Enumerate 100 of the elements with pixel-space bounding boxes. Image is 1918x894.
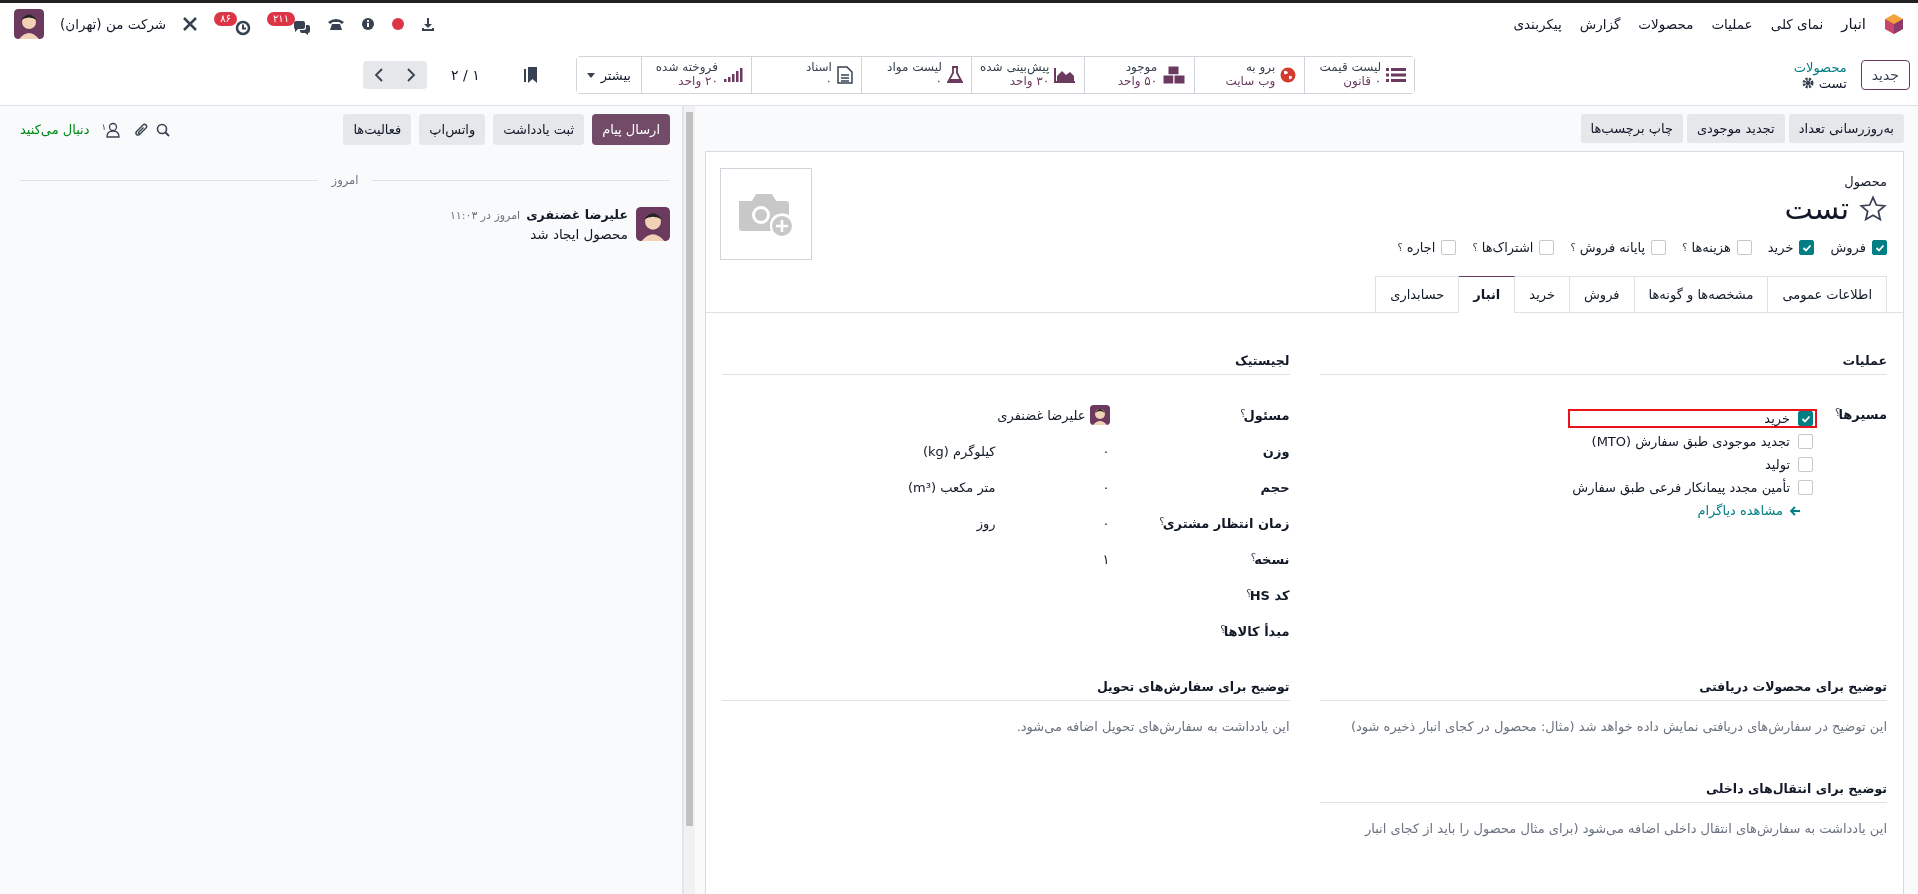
stat-value: ۰ bbox=[935, 75, 942, 89]
record-name: تست bbox=[1818, 75, 1847, 91]
option-label: خرید bbox=[1767, 240, 1794, 255]
field-value[interactable]: ۰ bbox=[999, 443, 1110, 459]
message-author[interactable]: علیرضا غضنفری bbox=[526, 207, 628, 222]
field-value[interactable]: ۱ bbox=[999, 551, 1110, 567]
stat-button[interactable]: لیست قیمت ۰ قانون bbox=[1304, 57, 1415, 93]
company-name[interactable]: شرکت من (تهران) bbox=[60, 16, 167, 32]
field-value[interactable]: ۰ bbox=[999, 515, 1110, 531]
tab[interactable]: انبار bbox=[1458, 276, 1516, 313]
chevron-left-icon bbox=[374, 68, 384, 82]
checkbox[interactable] bbox=[1736, 240, 1752, 255]
stat-label: لیست مواد bbox=[887, 61, 942, 75]
chatter-button[interactable]: فعالیت‌ها bbox=[343, 114, 412, 145]
field-value[interactable]: علیرضا غضنفری bbox=[997, 407, 1086, 423]
phone-icon[interactable] bbox=[327, 17, 346, 31]
activity-count-badge: ۸۶ bbox=[214, 12, 237, 26]
checkbox[interactable] bbox=[1798, 480, 1813, 495]
section-title: توضیح برای سفارش‌های تحویل bbox=[722, 679, 1290, 701]
menu-item[interactable]: پیکربندی bbox=[1513, 16, 1562, 32]
gear-icon[interactable] bbox=[1801, 77, 1814, 89]
check-icon bbox=[1800, 413, 1811, 424]
pager-counter[interactable]: ۱ / ۲ bbox=[451, 67, 480, 83]
help-tooltip[interactable]: ؟ bbox=[1246, 587, 1252, 603]
tab[interactable]: حسابداری bbox=[1375, 276, 1460, 312]
stat-label: برو به bbox=[1245, 61, 1276, 75]
followers-button[interactable]: ۱ bbox=[101, 121, 121, 138]
action-button[interactable]: به‌روزرسانی تعداد bbox=[1788, 114, 1904, 143]
activities-button[interactable]: ۸۶ bbox=[214, 12, 251, 36]
field-label: وزن bbox=[1262, 443, 1290, 459]
option-label: اجاره bbox=[1406, 240, 1436, 255]
diagram-link[interactable]: مشاهده دیاگرام bbox=[1568, 503, 1817, 518]
help-icon[interactable] bbox=[361, 17, 376, 31]
stat-value: ۰ bbox=[825, 75, 832, 89]
help-tooltip[interactable]: ؟ bbox=[1397, 242, 1403, 253]
unit-label: روز bbox=[976, 515, 996, 531]
user-avatar bbox=[1089, 405, 1110, 425]
bar-chart-icon bbox=[722, 67, 743, 83]
help-tooltip[interactable]: ؟ bbox=[1220, 623, 1226, 639]
chevron-right-icon bbox=[406, 68, 416, 82]
paperclip-icon[interactable] bbox=[134, 121, 149, 138]
note-field[interactable]: این یادداشت به سفارش‌های انتقال داخلی اضافه می‌شود (برای مثال محصول را باید از کجای انبار bbox=[1319, 819, 1887, 871]
cube-logo-icon[interactable] bbox=[1884, 13, 1904, 35]
flask-icon bbox=[946, 66, 963, 84]
route-label: خرید bbox=[1764, 411, 1790, 426]
document-icon bbox=[836, 66, 853, 84]
list-icon bbox=[1386, 67, 1407, 83]
option-label: پایانه فروش bbox=[1579, 240, 1646, 255]
bookmark-icon[interactable] bbox=[523, 66, 538, 84]
user-avatar[interactable] bbox=[14, 9, 44, 39]
following-button[interactable]: دنبال می‌کنید bbox=[20, 122, 90, 137]
checkbox[interactable] bbox=[1651, 240, 1667, 255]
checkbox[interactable] bbox=[1799, 240, 1815, 255]
arrow-left-icon bbox=[1789, 505, 1801, 516]
field-label: نسخه bbox=[1254, 551, 1290, 567]
app-name[interactable]: انبار bbox=[1841, 15, 1866, 33]
clock-icon bbox=[234, 20, 251, 36]
stat-label: فروخته شده bbox=[655, 61, 718, 75]
chatter-button[interactable]: ثبت یادداشت bbox=[493, 114, 585, 145]
menu-item[interactable]: نمای کلی bbox=[1770, 16, 1824, 32]
checkbox[interactable] bbox=[1539, 240, 1555, 255]
menu-item[interactable]: عملیات bbox=[1711, 16, 1753, 32]
checkbox[interactable] bbox=[1441, 240, 1457, 255]
star-icon[interactable] bbox=[1859, 194, 1887, 223]
action-button[interactable]: چاپ برچسب‌ها bbox=[1580, 114, 1683, 143]
note-field[interactable]: این توضیح در سفارش‌های دریافتی نمایش داده خواهد شد (مثال: محصول در کجای انبار ذخیره شود) bbox=[1319, 717, 1887, 769]
download-icon[interactable] bbox=[421, 17, 436, 31]
checkbox[interactable] bbox=[1798, 411, 1813, 426]
check-icon bbox=[1801, 242, 1812, 253]
help-tooltip[interactable]: ؟ bbox=[1570, 242, 1576, 253]
date-separator: امروز bbox=[331, 173, 359, 187]
action-button[interactable]: تجدید موجودی bbox=[1686, 114, 1785, 143]
globe-icon bbox=[1280, 67, 1297, 83]
product-title[interactable]: تست bbox=[1784, 191, 1849, 226]
record-icon[interactable] bbox=[391, 17, 406, 31]
stat-value: ۳۰ واحد bbox=[1009, 75, 1050, 89]
checkbox[interactable] bbox=[1798, 457, 1813, 472]
tab[interactable]: اطلاعات عمومی bbox=[1767, 276, 1887, 312]
messages-button[interactable]: ۲۱۱ bbox=[266, 12, 312, 36]
field-value[interactable]: ۰ bbox=[999, 479, 1110, 495]
stat-value: ۲۰ واحد bbox=[678, 75, 718, 89]
search-icon[interactable] bbox=[156, 122, 171, 137]
chatter-button[interactable]: ارسال پیام bbox=[592, 114, 670, 145]
option-label: هزینه‌ها bbox=[1691, 240, 1731, 255]
note-field[interactable]: این یادداشت به سفارش‌های تحویل اضافه می‌شود. bbox=[722, 717, 1290, 769]
section-title: عملیات bbox=[1319, 353, 1887, 375]
help-tooltip[interactable]: ؟ bbox=[1682, 242, 1688, 253]
checkbox[interactable] bbox=[1798, 434, 1813, 449]
route-label: تأمین مجدد پیمانکار فرعی طبق سفارش bbox=[1572, 480, 1790, 495]
menu-item[interactable]: گزارش bbox=[1579, 16, 1621, 32]
new-button[interactable]: جدید bbox=[1860, 60, 1910, 90]
menu-item[interactable]: محصولات bbox=[1638, 16, 1694, 32]
chatter-button[interactable]: واتس‌اپ bbox=[419, 114, 486, 145]
section-title: لجیستیک bbox=[722, 353, 1290, 375]
checkbox[interactable] bbox=[1872, 240, 1887, 255]
scrollbar[interactable] bbox=[683, 106, 695, 894]
breadcrumb-link[interactable]: محصولات bbox=[1793, 59, 1847, 75]
author-avatar[interactable] bbox=[636, 207, 670, 241]
stat-label: لیست قیمت bbox=[1319, 61, 1382, 75]
help-tooltip[interactable]: ؟ bbox=[1472, 242, 1478, 253]
